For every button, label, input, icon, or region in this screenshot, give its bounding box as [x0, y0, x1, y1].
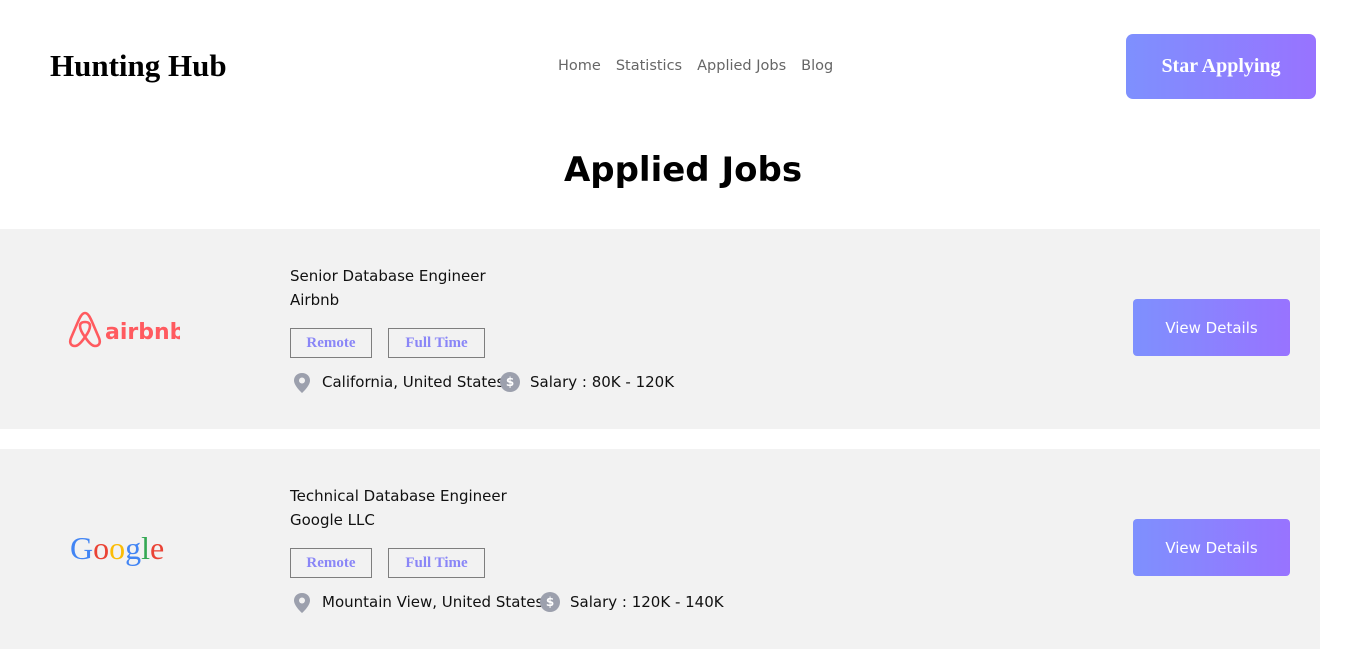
nav-home[interactable]: Home [558, 58, 601, 74]
job-location: California, United States [322, 373, 505, 391]
location-pin-icon [294, 373, 310, 393]
job-location: Mountain View, United States [322, 593, 544, 611]
job-card: Google Technical Database Engineer Googl… [0, 449, 1320, 649]
job-title: Technical Database Engineer [290, 487, 507, 505]
dollar-circle-icon: $ [500, 372, 520, 392]
job-salary: Salary : 120K - 140K [570, 593, 724, 611]
job-salary: Salary : 80K - 120K [530, 373, 675, 391]
tag-full-time[interactable]: Full Time [388, 328, 485, 358]
nav-statistics[interactable]: Statistics [616, 58, 682, 74]
nav-blog[interactable]: Blog [801, 58, 833, 74]
google-logo: Google [70, 530, 164, 566]
job-card: airbnb Senior Database Engineer Airbnb R… [0, 229, 1320, 429]
dollar-circle-icon: $ [540, 592, 560, 612]
start-applying-button[interactable]: Star Applying [1126, 34, 1316, 99]
view-details-button[interactable]: View Details [1133, 299, 1290, 356]
nav-applied-jobs[interactable]: Applied Jobs [697, 58, 786, 74]
location-pin-icon [294, 593, 310, 613]
view-details-button[interactable]: View Details [1133, 519, 1290, 576]
main-nav: Home Statistics Applied Jobs Blog [558, 58, 833, 74]
svg-text:airbnb: airbnb [105, 320, 180, 345]
company-name: Google LLC [290, 511, 375, 529]
tag-remote[interactable]: Remote [290, 328, 372, 358]
svg-text:Google: Google [70, 530, 164, 566]
company-name: Airbnb [290, 291, 340, 309]
job-title: Senior Database Engineer [290, 267, 486, 285]
airbnb-logo: airbnb [68, 311, 180, 348]
tag-full-time[interactable]: Full Time [388, 548, 485, 578]
page-title: Applied Jobs [563, 150, 803, 190]
tag-remote[interactable]: Remote [290, 548, 372, 578]
brand-logo[interactable]: Hunting Hub [50, 48, 227, 84]
